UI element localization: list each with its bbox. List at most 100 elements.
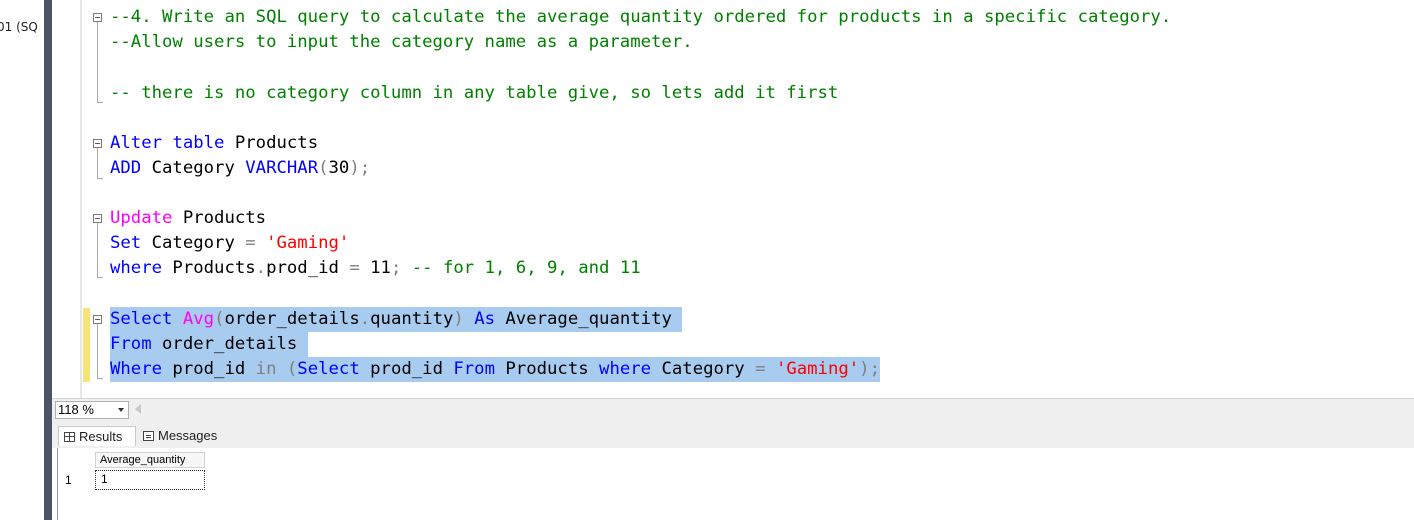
code-token: where <box>599 359 652 379</box>
outline-end <box>97 102 103 103</box>
tab-messages[interactable]: Messages <box>140 426 233 446</box>
code-token: ( <box>286 359 298 379</box>
code-token: 'Gaming' <box>775 359 860 379</box>
code-token: Products <box>162 258 256 278</box>
code-token: Where <box>110 359 163 379</box>
code-token: Avg <box>182 309 215 329</box>
row-number[interactable]: 1 <box>59 470 94 490</box>
editor-status-strip <box>52 398 1414 423</box>
code-token: 11 <box>359 258 391 278</box>
code-line-selected[interactable]: Where prod_id in (Select prod_id From Pr… <box>110 357 880 382</box>
results-tab-strip: Results Messages <box>52 422 1414 448</box>
outline-line <box>97 148 98 178</box>
code-token: -- for 1, 6, 9, and 11 <box>401 258 641 278</box>
code-token: Alter <box>110 133 163 153</box>
change-tracking-bar <box>83 308 90 382</box>
code-token: prod_id <box>162 359 256 379</box>
code-token: Select <box>110 309 173 329</box>
code-token: in <box>255 359 277 379</box>
grid-icon <box>64 432 75 442</box>
code-token: ( <box>318 158 329 178</box>
outline-end <box>97 378 103 379</box>
code-token: Category <box>651 359 756 379</box>
outline-line <box>97 22 98 102</box>
code-token: Products <box>172 208 267 228</box>
outline-line <box>97 223 98 277</box>
code-token: ) <box>453 309 464 329</box>
left-tab-label[interactable]: 01 (SQ <box>0 20 38 34</box>
code-token: Select <box>297 359 360 379</box>
code-token: From <box>453 359 495 379</box>
code-token: ( <box>214 309 225 329</box>
code-line[interactable]: --4. Write an SQL query to calculate the… <box>110 5 1171 30</box>
code-token: Set <box>110 233 142 253</box>
code-token: ); <box>349 158 371 178</box>
code-token: ); <box>859 359 880 379</box>
code-token: From <box>110 334 152 354</box>
code-token: quantity <box>370 309 454 329</box>
code-token: ; <box>390 258 402 278</box>
tab-results[interactable]: Results <box>58 426 136 446</box>
code-line[interactable]: where Products.prod_id = 11; -- for 1, 6… <box>110 256 641 281</box>
code-token: prod_id <box>359 359 454 379</box>
outline-line <box>97 324 98 378</box>
chevron-down-icon[interactable] <box>118 408 124 412</box>
code-token: = <box>349 258 360 278</box>
results-grid-pane[interactable] <box>57 448 1414 520</box>
messages-icon <box>143 431 154 441</box>
code-token: As <box>474 309 495 329</box>
code-token: --Allow users to input the category name… <box>110 32 693 52</box>
outline-end <box>97 178 103 179</box>
code-token: --4. Write an SQL query to calculate the… <box>110 7 1172 27</box>
collapse-icon[interactable] <box>93 13 102 22</box>
code-token: 30 <box>328 158 350 178</box>
tab-messages-label: Messages <box>158 428 218 443</box>
code-line[interactable]: Alter table Products <box>110 131 318 156</box>
code-line[interactable]: Update Products <box>110 206 266 231</box>
code-line[interactable]: Set Category = 'Gaming' <box>110 231 349 256</box>
code-token: 'Gaming' <box>266 233 350 253</box>
code-token: = <box>245 233 256 253</box>
code-token: = <box>755 359 766 379</box>
code-token: . <box>359 309 371 329</box>
code-token: order_details <box>151 334 308 354</box>
code-token: . <box>255 258 267 278</box>
code-token: Products <box>224 133 319 153</box>
object-explorer-pane: 01 (SQ <box>0 0 44 520</box>
outline-end <box>97 277 103 278</box>
code-token: Average_quantity <box>495 309 683 329</box>
code-token: Products <box>495 359 600 379</box>
code-token: order_details <box>224 309 360 329</box>
scroll-left-icon[interactable] <box>135 404 141 414</box>
zoom-value: 118 % <box>58 402 94 417</box>
editor-selection-margin <box>52 0 80 398</box>
code-token: Category <box>141 233 246 253</box>
collapse-icon[interactable] <box>93 214 102 223</box>
code-token: prod_id <box>266 258 350 278</box>
tab-results-label: Results <box>79 429 123 444</box>
code-line[interactable]: ADD Category VARCHAR(30); <box>110 156 370 181</box>
collapse-icon[interactable] <box>93 139 102 148</box>
code-token: VARCHAR <box>245 158 319 178</box>
column-header[interactable]: Average_quantity <box>95 452 205 468</box>
code-token: where <box>110 258 163 278</box>
zoom-dropdown[interactable]: 118 % <box>55 401 129 419</box>
code-token: Update <box>110 208 173 228</box>
grid-cell[interactable]: 1 <box>95 470 205 490</box>
code-token: ADD <box>110 158 142 178</box>
code-line[interactable]: -- there is no category column in any ta… <box>110 81 838 106</box>
code-token: Category <box>141 158 246 178</box>
collapse-icon[interactable] <box>93 315 102 324</box>
code-line-selected[interactable]: From order_details <box>110 332 308 357</box>
pane-splitter[interactable] <box>44 0 52 520</box>
code-token: -- there is no category column in any ta… <box>110 83 839 103</box>
code-line[interactable]: --Allow users to input the category name… <box>110 30 693 55</box>
code-token: table <box>172 133 225 153</box>
code-line-selected[interactable]: Select Avg(order_details.quantity) As Av… <box>110 307 683 332</box>
